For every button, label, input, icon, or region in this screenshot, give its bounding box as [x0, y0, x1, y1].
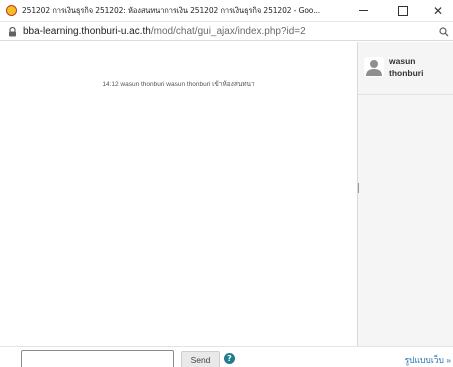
help-icon[interactable]: ?: [224, 353, 235, 364]
browser-title-bar: 251202 การเงินธุรกิจ 251202: ห้องสนทนากา…: [0, 0, 453, 22]
address-bar[interactable]: bba-learning.thonburi-u.ac.th/mod/chat/g…: [0, 23, 453, 41]
user-avatar-icon: [364, 57, 384, 77]
zoom-icon[interactable]: [438, 26, 450, 38]
window-controls: ✕: [343, 0, 453, 22]
chat-message: 14:12 wasun thonburi wasun thonburi เข้า…: [102, 81, 255, 88]
url-text[interactable]: bba-learning.thonburi-u.ac.th/mod/chat/g…: [23, 26, 306, 37]
panel-resize-handle[interactable]: [358, 183, 359, 193]
theme-switch-link[interactable]: รูปแบบเว็บ »: [405, 353, 451, 367]
window-title: 251202 การเงินธุรกิจ 251202: ห้องสนทนากา…: [22, 5, 321, 15]
lock-icon[interactable]: [5, 25, 19, 39]
url-path: /mod/chat/gui_ajax/index.php?id=2: [150, 26, 306, 37]
send-button[interactable]: Send: [181, 351, 220, 367]
chat-messages-panel: 14:12 wasun thonburi wasun thonburi เข้า…: [0, 42, 357, 346]
user-divider: [358, 94, 453, 95]
minimize-icon[interactable]: [343, 0, 383, 22]
maximize-icon[interactable]: [383, 0, 423, 22]
url-host: bba-learning.thonburi-u.ac.th: [23, 26, 151, 37]
close-icon[interactable]: ✕: [423, 0, 453, 22]
site-favicon-icon: [6, 5, 17, 16]
user-list-item[interactable]: wasun thonburi: [364, 55, 452, 89]
user-list-panel: wasun thonburi: [357, 42, 453, 346]
message-input[interactable]: [21, 350, 174, 367]
user-name: wasun thonburi: [389, 56, 424, 78]
chat-input-bar: Send ? รูปแบบเว็บ »: [0, 346, 453, 367]
